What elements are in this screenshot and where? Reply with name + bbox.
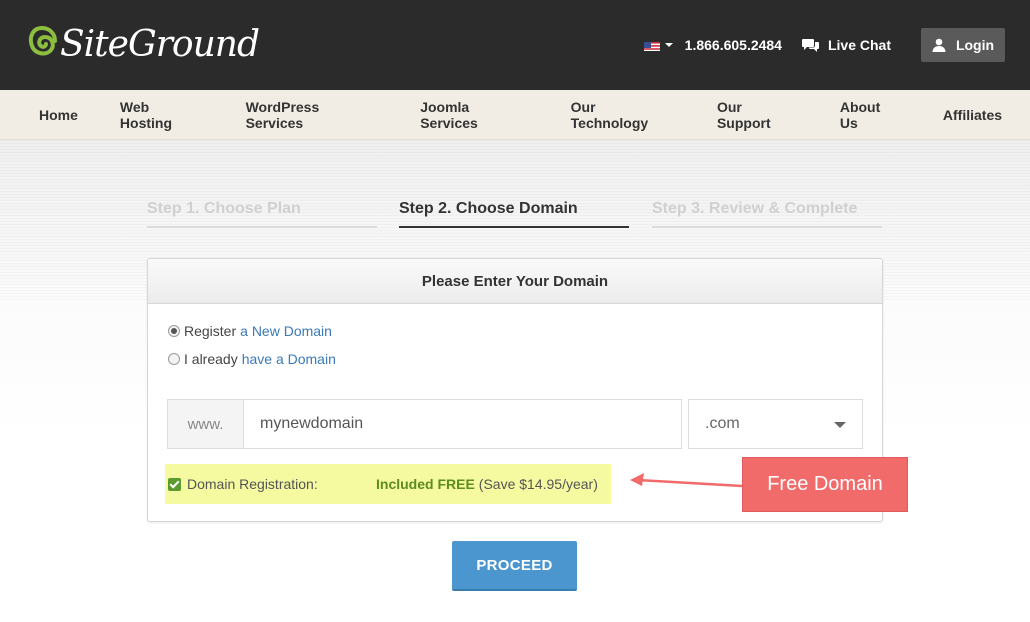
register-new-domain-option[interactable]: Register a New Domain [168, 323, 332, 339]
nav-list: Home Web Hosting WordPress Services Joom… [25, 90, 1030, 140]
existing-prefix: I already [184, 351, 238, 367]
nav-item-our-support[interactable]: Our Support [703, 99, 798, 131]
nav-item-our-technology[interactable]: Our Technology [557, 99, 675, 131]
nav-item-joomla-services[interactable]: Joomla Services [406, 99, 528, 131]
included-free-text: Included FREE [376, 476, 475, 492]
have-domain-link[interactable]: have a Domain [242, 351, 336, 367]
panel-title: Please Enter Your Domain [148, 259, 882, 304]
nav-item-web-hosting[interactable]: Web Hosting [106, 99, 204, 131]
tld-select[interactable]: .com [688, 399, 863, 449]
live-chat-label: Live Chat [827, 37, 891, 53]
domain-registration-checkbox[interactable] [168, 477, 181, 491]
existing-domain-option[interactable]: I already have a Domain [168, 351, 336, 367]
us-flag-icon [643, 40, 660, 51]
free-domain-badge: Free Domain [742, 457, 908, 512]
www-prefix: www. [168, 400, 244, 448]
chevron-down-icon [834, 422, 846, 428]
register-prefix: Register [184, 323, 237, 339]
new-domain-link[interactable]: a New Domain [240, 323, 332, 339]
nav-item-home[interactable]: Home [25, 107, 78, 123]
proceed-button[interactable]: PROCEED [452, 541, 577, 591]
step-review-complete: Step 3. Review & Complete [652, 200, 882, 228]
domain-input-group: www. [167, 399, 682, 449]
domain-registration-label: Domain Registration: [187, 476, 318, 492]
header-actions: 1.866.605.2484 Live Chat Login [643, 28, 1005, 62]
save-text: (Save $14.95/year) [478, 476, 598, 492]
step-choose-plan[interactable]: Step 1. Choose Plan [147, 200, 377, 228]
existing-domain-radio[interactable] [168, 353, 180, 365]
main-navigation: Home Web Hosting WordPress Services Joom… [0, 90, 1030, 140]
nav-item-wordpress-services[interactable]: WordPress Services [232, 99, 379, 131]
tld-selected-value: .com [705, 415, 740, 432]
siteground-logo-icon [26, 24, 58, 64]
phone-number[interactable]: 1.866.605.2484 [685, 37, 782, 53]
siteground-logo[interactable]: SiteGround [26, 22, 260, 66]
language-selector[interactable] [643, 40, 673, 51]
domain-registration-row: Domain Registration: Included FREE (Save… [165, 464, 611, 504]
live-chat-link[interactable]: Live Chat [801, 37, 891, 53]
domain-name-input[interactable] [244, 400, 681, 448]
annotation-arrow-icon [630, 473, 743, 488]
register-new-domain-radio[interactable] [168, 325, 180, 337]
chat-icon [801, 37, 820, 53]
step-choose-domain: Step 2. Choose Domain [399, 200, 629, 228]
login-button[interactable]: Login [921, 28, 1005, 62]
top-header: SiteGround 1.866.605.2484 Live Chat Logi… [0, 0, 1030, 90]
nav-item-affiliates[interactable]: Affiliates [929, 107, 1002, 123]
user-icon [932, 38, 946, 52]
logo-text: SiteGround [60, 23, 260, 65]
chevron-down-icon [664, 43, 673, 47]
nav-item-about-us[interactable]: About Us [826, 99, 901, 131]
login-label: Login [955, 37, 995, 53]
